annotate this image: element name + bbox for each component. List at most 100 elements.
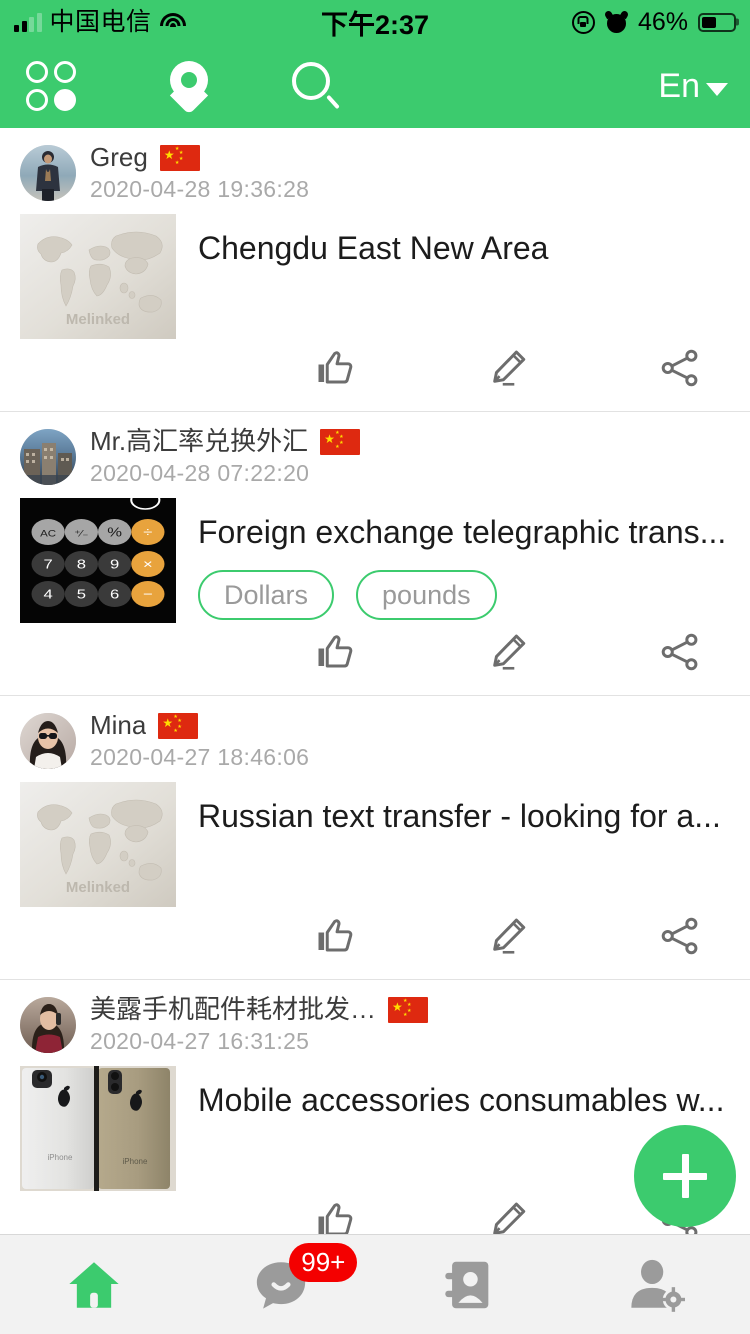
location-pin-icon [169,61,209,115]
svg-text:%: % [107,525,122,540]
avatar[interactable] [20,429,76,485]
post-actions [0,623,750,695]
share-button[interactable] [658,630,702,674]
post-body: Melinked Russian text transfer - looking … [0,772,750,907]
avatar[interactable] [20,145,76,201]
contact-card-icon [440,1256,498,1314]
post-timestamp: 2020-04-27 18:46:06 [90,743,310,770]
post-thumbnail[interactable]: Melinked [20,214,176,339]
battery-icon [698,12,736,32]
status-bar: 中国电信 下午2:37 46% [0,0,750,44]
post-author-row: Greg ★ ★ ★ ★ ★ [90,143,309,173]
post-meta: Greg ★ ★ ★ ★ ★ 2020-04-28 19:36:28 [90,143,309,203]
create-post-fab[interactable] [634,1125,736,1227]
share-button[interactable] [658,914,702,958]
edit-icon [487,631,529,673]
share-icon [659,915,701,957]
search-button[interactable] [292,62,340,110]
like-button[interactable] [314,630,358,674]
post-meta: Mr.高汇率兑换外汇 ★ ★ ★ ★ ★ 2020-04-28 07:22:20 [90,427,361,487]
edit-icon [487,915,529,957]
phones-thumbnail: iPhone iPhone [20,1066,176,1191]
post-text: Russian text transfer - looking for a... [176,782,730,907]
post-header: Mr.高汇率兑换外汇 ★ ★ ★ ★ ★ 2020-04-28 07:22:20 [0,426,750,488]
post-title[interactable]: Foreign exchange telegraphic trans... [198,512,730,552]
post-header: 美露手机配件耗材批发… ★ ★ ★ ★ ★ 2020-04-27 16:31:25 [0,994,750,1056]
edit-button[interactable] [486,914,530,958]
flag-china-icon: ★ ★ ★ ★ ★ [158,712,199,739]
post-title[interactable]: Russian text transfer - looking for a... [198,796,730,836]
post-header: Mina ★ ★ ★ ★ ★ 2020-04-27 18:46:06 [0,710,750,772]
post-tag[interactable]: pounds [356,570,497,621]
post-thumbnail[interactable]: AC ⁺⁄₋% ÷ 7 8 9 × 4 5 6 − [20,498,176,623]
app-header: En [0,44,750,128]
post-author-row: Mr.高汇率兑换外汇 ★ ★ ★ ★ ★ [90,427,361,457]
post-title[interactable]: Mobile accessories consumables w... [198,1080,730,1120]
signal-icon [14,12,42,32]
carrier-label: 中国电信 [49,7,152,36]
post-card[interactable]: Greg ★ ★ ★ ★ ★ 2020-04-28 19:36:28 Melinked Chen… [0,128,750,412]
like-button[interactable] [314,914,358,958]
author-name[interactable]: Greg [90,143,148,173]
flag-china-icon: ★ ★ ★ ★ ★ [388,996,429,1023]
status-bar-right: 46% [571,7,736,36]
svg-text:4: 4 [44,587,53,602]
svg-text:AC: AC [40,530,57,540]
author-name[interactable]: Mina [90,711,146,741]
edit-button[interactable] [486,630,530,674]
post-author-row: 美露手机配件耗材批发… ★ ★ ★ ★ ★ [90,995,429,1025]
post-feed[interactable]: Greg ★ ★ ★ ★ ★ 2020-04-28 19:36:28 Melinked Chen… [0,128,750,1278]
world-map-thumbnail: Melinked [20,782,176,907]
post-tag[interactable]: Dollars [198,570,335,621]
wifi-icon [160,12,187,32]
like-icon [315,347,357,389]
author-name[interactable]: Mr.高汇率兑换外汇 [90,427,308,457]
post-title[interactable]: Chengdu East New Area [198,228,730,268]
post-card[interactable]: Mr.高汇率兑换外汇 ★ ★ ★ ★ ★ 2020-04-28 07:22:20 AC ⁺⁄₋%… [0,412,750,696]
post-timestamp: 2020-04-28 19:36:28 [90,175,310,202]
flag-china-icon: ★ ★ ★ ★ ★ [320,428,361,455]
post-thumbnail[interactable]: Melinked [20,782,176,907]
author-name[interactable]: 美露手机配件耗材批发… [90,995,376,1025]
nav-item-messages[interactable]: 99+ [188,1235,376,1334]
chevron-down-icon [706,82,728,96]
nav-item-home[interactable] [0,1235,188,1334]
edit-button[interactable] [486,346,530,390]
svg-text:8: 8 [77,557,86,572]
share-icon [659,347,701,389]
post-body: Melinked Chengdu East New Area [0,204,750,339]
like-icon [315,631,357,673]
post-card[interactable]: Mina ★ ★ ★ ★ ★ 2020-04-27 18:46:06 Melinked Russ… [0,696,750,980]
post-author-row: Mina ★ ★ ★ ★ ★ [90,711,309,741]
like-button[interactable] [314,346,358,390]
svg-text:⁺⁄₋: ⁺⁄₋ [74,530,88,540]
share-icon [659,631,701,673]
bottom-navigation[interactable]: 99+ [0,1234,750,1334]
share-button[interactable] [658,346,702,390]
language-selector[interactable]: En [658,69,728,103]
alarm-icon [603,9,630,34]
search-icon [292,62,340,110]
status-bar-left: 中国电信 [14,7,187,36]
battery-percent-label: 46% [637,7,688,36]
post-actions [0,907,750,979]
nav-item-contacts[interactable] [375,1235,563,1334]
avatar[interactable] [20,997,76,1053]
svg-text:5: 5 [77,587,86,602]
svg-text:7: 7 [44,557,53,572]
nav-item-profile[interactable] [563,1235,750,1334]
grid-icon [26,61,76,111]
post-body: AC ⁺⁄₋% ÷ 7 8 9 × 4 5 6 − Foreign exchange telegrap… [0,488,750,623]
avatar[interactable] [20,713,76,769]
edit-icon [487,347,529,389]
post-header: Greg ★ ★ ★ ★ ★ 2020-04-28 19:36:28 [0,142,750,204]
post-card[interactable]: 美露手机配件耗材批发… ★ ★ ★ ★ ★ 2020-04-27 16:31:25 iPhon… [0,980,750,1264]
post-thumbnail[interactable]: iPhone iPhone [20,1066,176,1191]
grid-menu-button[interactable] [20,61,82,111]
svg-text:iPhone: iPhone [48,1153,73,1162]
location-button[interactable] [169,61,209,115]
svg-text:6: 6 [110,587,119,602]
post-timestamp: 2020-04-27 16:31:25 [90,1027,310,1054]
post-tags: Dollars pounds [198,570,730,621]
post-meta: 美露手机配件耗材批发… ★ ★ ★ ★ ★ 2020-04-27 16:31:25 [90,995,429,1055]
